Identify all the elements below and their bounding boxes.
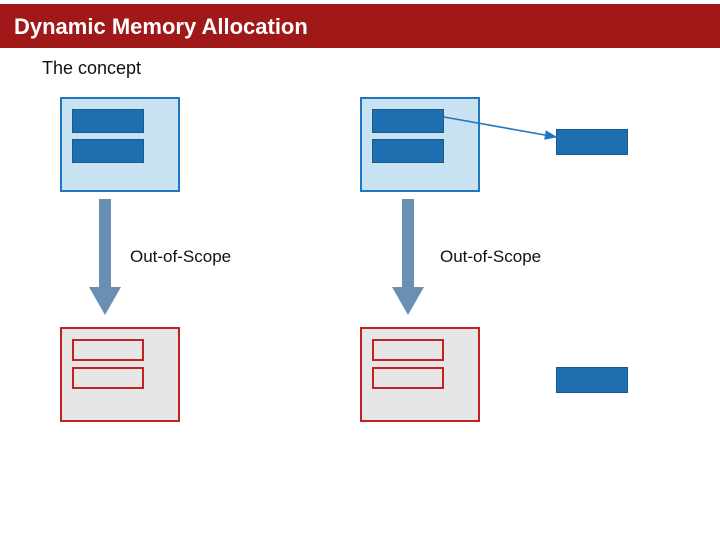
down-arrow-icon	[85, 199, 125, 319]
out-of-scope-label-left: Out-of-Scope	[130, 247, 231, 267]
stack-var-empty	[372, 339, 444, 361]
out-of-scope-label-right: Out-of-Scope	[440, 247, 541, 267]
down-arrow-icon	[388, 199, 428, 319]
stack-var-empty	[72, 367, 144, 389]
stack-var-empty	[372, 367, 444, 389]
slide-subtitle: The concept	[0, 48, 720, 79]
heap-block-bottom	[556, 367, 628, 393]
diagram-canvas: Out-of-Scope Out-of-Scope	[0, 79, 720, 559]
stack-var-empty	[72, 339, 144, 361]
slide-title: Dynamic Memory Allocation	[0, 0, 720, 48]
